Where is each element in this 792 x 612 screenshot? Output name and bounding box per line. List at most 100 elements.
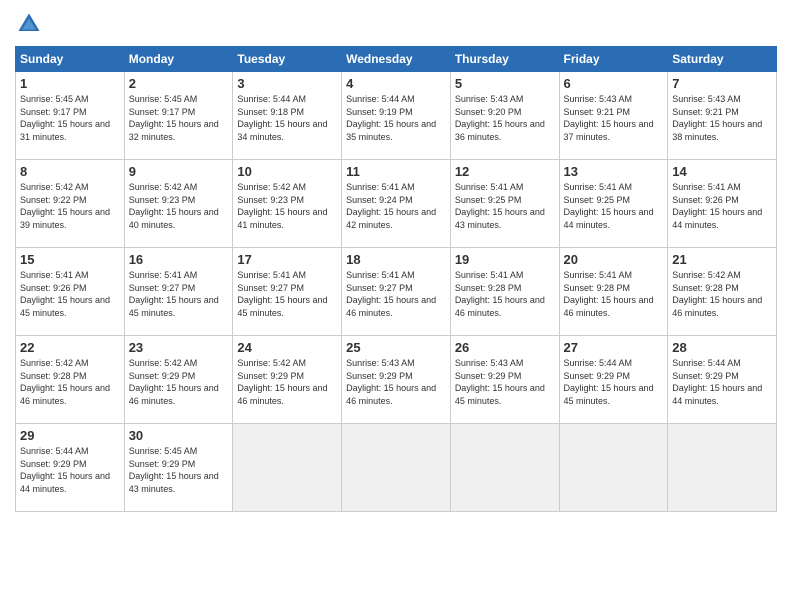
calendar-week-row: 22 Sunrise: 5:42 AM Sunset: 9:28 PM Dayli… xyxy=(16,336,777,424)
weekday-monday: Monday xyxy=(124,47,233,72)
day-number: 6 xyxy=(564,76,664,91)
calendar-week-row: 15 Sunrise: 5:41 AM Sunset: 9:26 PM Dayli… xyxy=(16,248,777,336)
calendar-day xyxy=(668,424,777,512)
day-number: 19 xyxy=(455,252,555,267)
day-detail: Sunrise: 5:42 AM Sunset: 9:29 PM Dayligh… xyxy=(129,357,229,407)
day-detail: Sunrise: 5:42 AM Sunset: 9:28 PM Dayligh… xyxy=(672,269,772,319)
calendar-day: 27 Sunrise: 5:44 AM Sunset: 9:29 PM Dayli… xyxy=(559,336,668,424)
calendar-day: 13 Sunrise: 5:41 AM Sunset: 9:25 PM Dayli… xyxy=(559,160,668,248)
logo-icon xyxy=(15,10,43,38)
day-number: 10 xyxy=(237,164,337,179)
calendar-day: 18 Sunrise: 5:41 AM Sunset: 9:27 PM Dayli… xyxy=(342,248,451,336)
weekday-saturday: Saturday xyxy=(668,47,777,72)
day-detail: Sunrise: 5:42 AM Sunset: 9:28 PM Dayligh… xyxy=(20,357,120,407)
day-number: 7 xyxy=(672,76,772,91)
calendar-day: 6 Sunrise: 5:43 AM Sunset: 9:21 PM Daylig… xyxy=(559,72,668,160)
day-detail: Sunrise: 5:44 AM Sunset: 9:29 PM Dayligh… xyxy=(564,357,664,407)
day-number: 9 xyxy=(129,164,229,179)
calendar-day: 20 Sunrise: 5:41 AM Sunset: 9:28 PM Dayli… xyxy=(559,248,668,336)
calendar-day: 11Sunrise: 5:41 AM Sunset: 9:24 PM Dayli… xyxy=(342,160,451,248)
weekday-header-row: SundayMondayTuesdayWednesdayThursdayFrid… xyxy=(16,47,777,72)
calendar-day: 3 Sunrise: 5:44 AM Sunset: 9:18 PM Daylig… xyxy=(233,72,342,160)
calendar-day: 14 Sunrise: 5:41 AM Sunset: 9:26 PM Dayli… xyxy=(668,160,777,248)
day-detail: Sunrise: 5:41 AM Sunset: 9:27 PM Dayligh… xyxy=(129,269,229,319)
calendar-day xyxy=(342,424,451,512)
calendar-body: 1 Sunrise: 5:45 AM Sunset: 9:17 PM Daylig… xyxy=(16,72,777,512)
day-detail: Sunrise: 5:41 AM Sunset: 9:25 PM Dayligh… xyxy=(564,181,664,231)
day-detail: Sunrise: 5:42 AM Sunset: 9:23 PM Dayligh… xyxy=(129,181,229,231)
day-number: 1 xyxy=(20,76,120,91)
day-number: 18 xyxy=(346,252,446,267)
calendar-day: 10 Sunrise: 5:42 AM Sunset: 9:23 PM Dayli… xyxy=(233,160,342,248)
calendar-day: 16 Sunrise: 5:41 AM Sunset: 9:27 PM Dayli… xyxy=(124,248,233,336)
calendar-day: 24 Sunrise: 5:42 AM Sunset: 9:29 PM Dayli… xyxy=(233,336,342,424)
calendar-day xyxy=(559,424,668,512)
day-detail: Sunrise: 5:43 AM Sunset: 9:29 PM Dayligh… xyxy=(346,357,446,407)
day-detail: Sunrise: 5:41 AM Sunset: 9:27 PM Dayligh… xyxy=(237,269,337,319)
calendar-day: 29 Sunrise: 5:44 AM Sunset: 9:29 PM Dayli… xyxy=(16,424,125,512)
day-detail: Sunrise: 5:42 AM Sunset: 9:29 PM Dayligh… xyxy=(237,357,337,407)
day-detail: Sunrise: 5:43 AM Sunset: 9:21 PM Dayligh… xyxy=(564,93,664,143)
day-number: 28 xyxy=(672,340,772,355)
day-number: 17 xyxy=(237,252,337,267)
calendar-day: 30Sunrise: 5:45 AM Sunset: 9:29 PM Dayli… xyxy=(124,424,233,512)
calendar-day: 28 Sunrise: 5:44 AM Sunset: 9:29 PM Dayli… xyxy=(668,336,777,424)
weekday-friday: Friday xyxy=(559,47,668,72)
day-detail: Sunrise: 5:44 AM Sunset: 9:18 PM Dayligh… xyxy=(237,93,337,143)
day-number: 3 xyxy=(237,76,337,91)
calendar-day: 7 Sunrise: 5:43 AM Sunset: 9:21 PM Daylig… xyxy=(668,72,777,160)
day-detail: Sunrise: 5:41 AM Sunset: 9:28 PM Dayligh… xyxy=(564,269,664,319)
day-detail: Sunrise: 5:45 AM Sunset: 9:17 PM Dayligh… xyxy=(129,93,229,143)
day-number: 16 xyxy=(129,252,229,267)
day-number: 22 xyxy=(20,340,120,355)
calendar-day: 22 Sunrise: 5:42 AM Sunset: 9:28 PM Dayli… xyxy=(16,336,125,424)
day-number: 27 xyxy=(564,340,664,355)
weekday-thursday: Thursday xyxy=(450,47,559,72)
calendar-week-row: 29 Sunrise: 5:44 AM Sunset: 9:29 PM Dayli… xyxy=(16,424,777,512)
day-number: 15 xyxy=(20,252,120,267)
calendar-day: 5Sunrise: 5:43 AM Sunset: 9:20 PM Daylig… xyxy=(450,72,559,160)
calendar-day: 12 Sunrise: 5:41 AM Sunset: 9:25 PM Dayli… xyxy=(450,160,559,248)
calendar-day: 1 Sunrise: 5:45 AM Sunset: 9:17 PM Daylig… xyxy=(16,72,125,160)
calendar-day: 4 Sunrise: 5:44 AM Sunset: 9:19 PM Daylig… xyxy=(342,72,451,160)
day-number: 4 xyxy=(346,76,446,91)
day-number: 20 xyxy=(564,252,664,267)
day-detail: Sunrise: 5:45 AM Sunset: 9:29 PM Dayligh… xyxy=(129,445,229,495)
day-number: 29 xyxy=(20,428,120,443)
day-detail: Sunrise: 5:44 AM Sunset: 9:29 PM Dayligh… xyxy=(672,357,772,407)
calendar-day: 17 Sunrise: 5:41 AM Sunset: 9:27 PM Dayli… xyxy=(233,248,342,336)
calendar-week-row: 8Sunrise: 5:42 AM Sunset: 9:22 PM Daylig… xyxy=(16,160,777,248)
day-detail: Sunrise: 5:44 AM Sunset: 9:19 PM Dayligh… xyxy=(346,93,446,143)
day-number: 12 xyxy=(455,164,555,179)
day-detail: Sunrise: 5:42 AM Sunset: 9:23 PM Dayligh… xyxy=(237,181,337,231)
calendar-day: 2 Sunrise: 5:45 AM Sunset: 9:17 PM Daylig… xyxy=(124,72,233,160)
header xyxy=(15,10,777,38)
logo xyxy=(15,10,47,38)
day-detail: Sunrise: 5:42 AM Sunset: 9:22 PM Dayligh… xyxy=(20,181,120,231)
day-number: 26 xyxy=(455,340,555,355)
day-number: 24 xyxy=(237,340,337,355)
weekday-tuesday: Tuesday xyxy=(233,47,342,72)
day-number: 2 xyxy=(129,76,229,91)
calendar-day xyxy=(233,424,342,512)
weekday-wednesday: Wednesday xyxy=(342,47,451,72)
day-number: 23 xyxy=(129,340,229,355)
calendar-day: 15 Sunrise: 5:41 AM Sunset: 9:26 PM Dayli… xyxy=(16,248,125,336)
calendar-day: 19Sunrise: 5:41 AM Sunset: 9:28 PM Dayli… xyxy=(450,248,559,336)
day-detail: Sunrise: 5:45 AM Sunset: 9:17 PM Dayligh… xyxy=(20,93,120,143)
day-detail: Sunrise: 5:41 AM Sunset: 9:27 PM Dayligh… xyxy=(346,269,446,319)
day-number: 13 xyxy=(564,164,664,179)
day-detail: Sunrise: 5:41 AM Sunset: 9:26 PM Dayligh… xyxy=(672,181,772,231)
day-detail: Sunrise: 5:43 AM Sunset: 9:29 PM Dayligh… xyxy=(455,357,555,407)
calendar-day: 21Sunrise: 5:42 AM Sunset: 9:28 PM Dayli… xyxy=(668,248,777,336)
day-detail: Sunrise: 5:43 AM Sunset: 9:21 PM Dayligh… xyxy=(672,93,772,143)
day-detail: Sunrise: 5:41 AM Sunset: 9:25 PM Dayligh… xyxy=(455,181,555,231)
calendar-day: 25Sunrise: 5:43 AM Sunset: 9:29 PM Dayli… xyxy=(342,336,451,424)
day-detail: Sunrise: 5:44 AM Sunset: 9:29 PM Dayligh… xyxy=(20,445,120,495)
calendar-week-row: 1 Sunrise: 5:45 AM Sunset: 9:17 PM Daylig… xyxy=(16,72,777,160)
calendar-day: 26 Sunrise: 5:43 AM Sunset: 9:29 PM Dayli… xyxy=(450,336,559,424)
calendar-day: 9 Sunrise: 5:42 AM Sunset: 9:23 PM Daylig… xyxy=(124,160,233,248)
day-number: 14 xyxy=(672,164,772,179)
weekday-sunday: Sunday xyxy=(16,47,125,72)
day-detail: Sunrise: 5:41 AM Sunset: 9:26 PM Dayligh… xyxy=(20,269,120,319)
